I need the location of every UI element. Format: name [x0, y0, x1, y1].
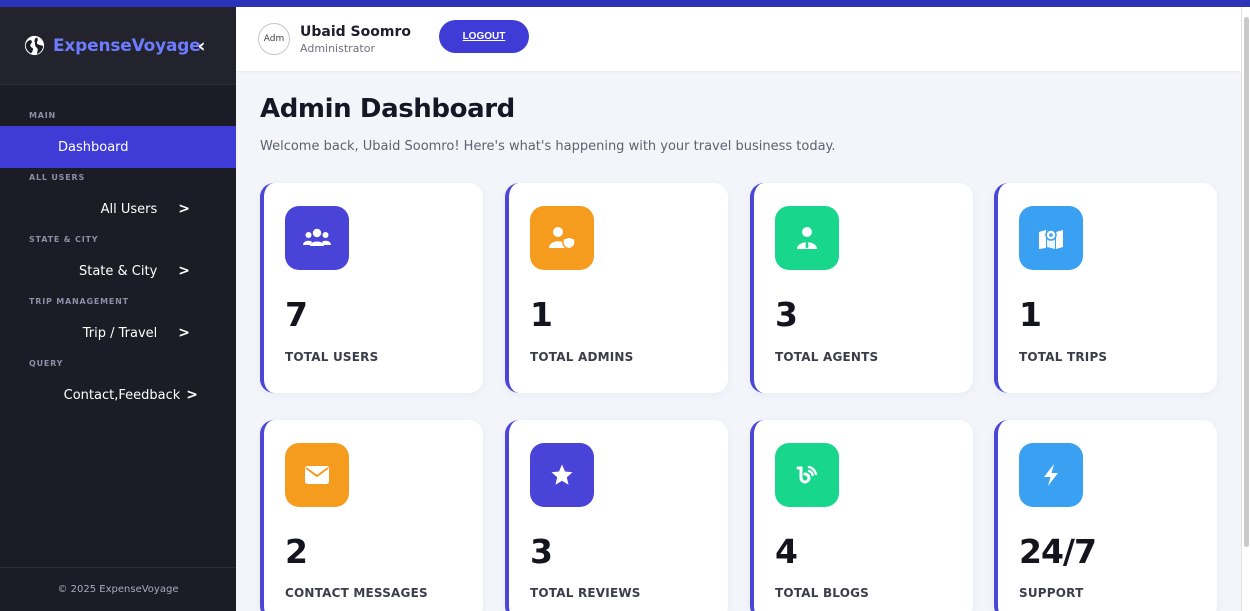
stat-value: 24/7 [1019, 532, 1097, 571]
sidebar-footer: © 2025 ExpenseVoyage [0, 567, 236, 611]
stat-label: TOTAL USERS [285, 350, 379, 364]
chevron-right-icon: > [178, 325, 190, 341]
sidebar: ExpenseVoyage ‹ MAIN Dashboard ALL USERS… [0, 7, 236, 611]
stat-label: CONTACT MESSAGES [285, 586, 428, 600]
page-subtitle: Welcome back, Ubaid Soomro! Here's what'… [260, 139, 836, 154]
sidebar-collapse-icon[interactable]: ‹ [198, 35, 206, 57]
icon-box [530, 443, 594, 507]
stat-value: 3 [530, 532, 553, 571]
sidebar-item-label: State & City [78, 263, 158, 279]
chevron-right-icon: > [186, 387, 198, 403]
sidebar-item-contact-feedback[interactable]: Contact,Feedback > [0, 374, 236, 416]
section-label-state-city: STATE & CITY [29, 235, 99, 244]
stat-card-total-blogs[interactable]: 4 TOTAL BLOGS [750, 420, 973, 611]
stat-card-contact-messages[interactable]: 2 CONTACT MESSAGES [260, 420, 483, 611]
globe-icon [24, 35, 45, 56]
envelope-icon [305, 466, 329, 484]
chevron-right-icon: > [178, 201, 190, 217]
stat-label: TOTAL AGENTS [775, 350, 879, 364]
stat-value: 7 [285, 295, 308, 334]
icon-box [775, 443, 839, 507]
scrollbar[interactable] [1241, 7, 1250, 611]
stat-card-total-trips[interactable]: 1 TOTAL TRIPS [994, 183, 1217, 393]
icon-box [1019, 206, 1083, 270]
stat-label: SUPPORT [1019, 586, 1084, 600]
scrollbar-thumb[interactable] [1244, 17, 1249, 547]
stat-card-total-agents[interactable]: 3 TOTAL AGENTS [750, 183, 973, 393]
user-info: Ubaid Soomro Administrator [300, 24, 411, 55]
stat-card-total-admins[interactable]: 1 TOTAL ADMINS [505, 183, 728, 393]
stat-label: TOTAL TRIPS [1019, 350, 1108, 364]
sidebar-item-label: Contact,Feedback [63, 387, 181, 403]
user-role: Administrator [300, 41, 375, 55]
page-title: Admin Dashboard [260, 94, 515, 124]
sidebar-item-all-users[interactable]: All Users > [0, 188, 236, 230]
sidebar-item-trip-travel[interactable]: Trip / Travel > [0, 312, 236, 354]
stat-label: TOTAL REVIEWS [530, 586, 641, 600]
sidebar-item-dashboard[interactable]: Dashboard [0, 126, 236, 168]
icon-box [1019, 443, 1083, 507]
top-accent-line [0, 0, 1250, 7]
chevron-right-icon: > [178, 263, 190, 279]
section-label-all-users: ALL USERS [29, 173, 86, 182]
map-icon [1039, 229, 1063, 249]
icon-box [775, 206, 839, 270]
icon-box [530, 206, 594, 270]
user-name: Ubaid Soomro [300, 23, 411, 40]
logout-button[interactable]: LOGOUT [438, 19, 529, 53]
sidebar-item-label: Dashboard [58, 139, 129, 155]
stat-value: 1 [530, 295, 553, 334]
sidebar-item-state-city[interactable]: State & City > [0, 250, 236, 292]
star-icon [551, 464, 573, 485]
admin-shield-icon [549, 227, 576, 250]
blog-feed-icon [796, 465, 818, 484]
stat-label: TOTAL ADMINS [530, 350, 634, 364]
brand[interactable]: ExpenseVoyage ‹ [0, 7, 236, 85]
topbar: Adm Ubaid Soomro Administrator LOGOUT [236, 7, 1241, 71]
agent-icon [797, 227, 817, 249]
avatar[interactable]: Adm [258, 23, 290, 55]
stat-value: 1 [1019, 295, 1042, 334]
sidebar-item-label: All Users [100, 201, 158, 217]
users-icon [303, 228, 331, 246]
stat-value: 2 [285, 532, 308, 571]
sidebar-item-label: Trip / Travel [82, 325, 158, 341]
bolt-icon [1044, 464, 1058, 486]
section-label-main: MAIN [29, 111, 57, 120]
brand-name: ExpenseVoyage [53, 35, 201, 56]
stat-card-total-reviews[interactable]: 3 TOTAL REVIEWS [505, 420, 728, 611]
section-label-trip-management: TRIP MANAGEMENT [29, 297, 129, 306]
icon-box [285, 443, 349, 507]
icon-box [285, 206, 349, 270]
stat-card-total-users[interactable]: 7 TOTAL USERS [260, 183, 483, 393]
stat-value: 3 [775, 295, 798, 334]
section-label-query: QUERY [29, 359, 64, 368]
stat-card-support[interactable]: 24/7 SUPPORT [994, 420, 1217, 611]
stat-label: TOTAL BLOGS [775, 586, 870, 600]
stat-value: 4 [775, 532, 798, 571]
